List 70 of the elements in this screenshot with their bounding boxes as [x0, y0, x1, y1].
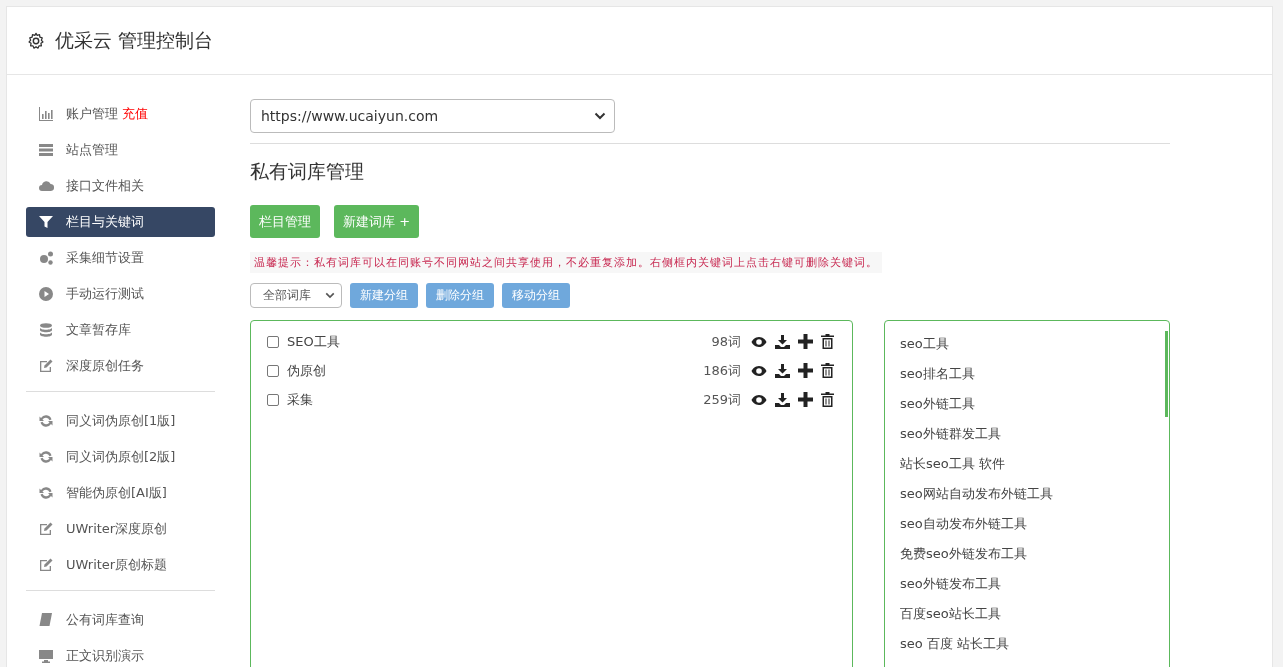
keyword-item[interactable]: seo网站自动发布外链工具 — [900, 479, 1053, 509]
plus-icon[interactable] — [798, 363, 813, 378]
site-select[interactable]: https://www.ucaiyun.com — [250, 99, 615, 133]
gear-icon — [27, 31, 45, 50]
checkbox[interactable] — [267, 364, 279, 377]
play-icon — [38, 286, 54, 302]
library-name[interactable]: 采集 — [287, 390, 696, 409]
checkbox[interactable] — [267, 393, 279, 406]
download-icon[interactable] — [775, 392, 790, 407]
server-icon — [38, 142, 54, 158]
sidebar-item[interactable]: 智能伪原创[AI版] — [26, 478, 215, 508]
trash-icon[interactable] — [821, 392, 834, 407]
plus-icon[interactable] — [798, 392, 813, 407]
download-icon[interactable] — [775, 363, 790, 378]
sidebar-item[interactable]: 栏目与关键词 — [26, 207, 215, 237]
sidebar-item[interactable]: 接口文件相关 — [26, 171, 215, 201]
keyword-item[interactable]: seo 百度 站长工具 — [900, 629, 1009, 659]
word-count: 259词 — [703, 390, 741, 409]
refresh-icon — [38, 413, 54, 429]
keyword-item[interactable]: 百度seo站长工具 — [900, 599, 1001, 629]
sidebar-item[interactable]: 采集细节设置 — [26, 243, 215, 273]
sidebar-item[interactable]: 站点管理 — [26, 135, 215, 165]
eye-icon[interactable] — [751, 335, 767, 348]
library-name[interactable]: SEO工具 — [287, 332, 704, 351]
keyword-item[interactable]: seo外链发布工具 — [900, 569, 1001, 599]
chart-icon — [38, 106, 54, 122]
section-title: 私有词库管理 — [250, 159, 365, 184]
filter-icon — [38, 214, 54, 230]
sidebar-item[interactable]: UWriter深度原创 — [26, 514, 215, 544]
edit-icon — [38, 358, 54, 374]
keyword-item[interactable]: 免费seo外链发布工具 — [900, 539, 1027, 569]
chevron-icon — [594, 112, 606, 120]
refresh-icon — [38, 485, 54, 501]
cloud-icon — [38, 178, 54, 194]
console-title: 优采云 管理控制台 — [55, 27, 214, 53]
edit-icon — [38, 521, 54, 537]
sidebar-item[interactable]: 同义词伪原创[1版] — [26, 406, 215, 436]
group-select[interactable]: 全部词库 — [250, 283, 342, 308]
word-count: 186词 — [703, 361, 741, 380]
sidebar-item[interactable]: 手动运行测试 — [26, 279, 215, 309]
keyword-item[interactable]: seo外链工具 — [900, 389, 975, 419]
edit-icon — [38, 557, 54, 573]
trash-icon[interactable] — [821, 363, 834, 378]
sidebar-item[interactable]: 文章暂存库 — [26, 315, 215, 345]
keyword-item[interactable]: seo自动发布外链工具 — [900, 509, 1027, 539]
keyword-item[interactable]: seo外链群发工具 — [900, 419, 1001, 449]
sidebar-item[interactable]: 同义词伪原创[2版] — [26, 442, 215, 472]
refresh-icon — [38, 449, 54, 465]
sidebar-item[interactable]: UWriter原创标题 — [26, 550, 215, 580]
chevron-icon — [325, 292, 335, 299]
download-icon[interactable] — [775, 334, 790, 349]
monitor-icon — [38, 648, 54, 664]
eye-icon[interactable] — [751, 393, 767, 406]
checkbox[interactable] — [267, 335, 279, 348]
database-icon — [38, 322, 54, 338]
trash-icon[interactable] — [821, 334, 834, 349]
sidebar-item[interactable]: 公有词库查询 — [26, 605, 215, 635]
word-count: 98词 — [711, 332, 741, 351]
eye-icon[interactable] — [751, 364, 767, 377]
scrollbar[interactable] — [1165, 331, 1168, 417]
keyword-item[interactable]: seo工具 — [900, 329, 949, 359]
sidebar-item[interactable]: 正文识别演示 — [26, 641, 215, 667]
sidebar-item[interactable]: 深度原创任务 — [26, 351, 215, 381]
recharge-link[interactable]: 充值 — [122, 105, 148, 123]
library-name[interactable]: 伪原创 — [287, 361, 696, 380]
tip-text: 温馨提示：私有词库可以在同账号不同网站之间共享使用，不必重复添加。右侧框内关键词上点击右键可删除关键词。 — [250, 252, 882, 273]
keyword-item[interactable]: 站长seo工具 软件 — [900, 449, 1005, 479]
plus-icon[interactable] — [798, 334, 813, 349]
sidebar-item[interactable]: 账户管理 充值 — [26, 99, 215, 129]
keyword-item[interactable]: seo排名工具 — [900, 359, 975, 389]
